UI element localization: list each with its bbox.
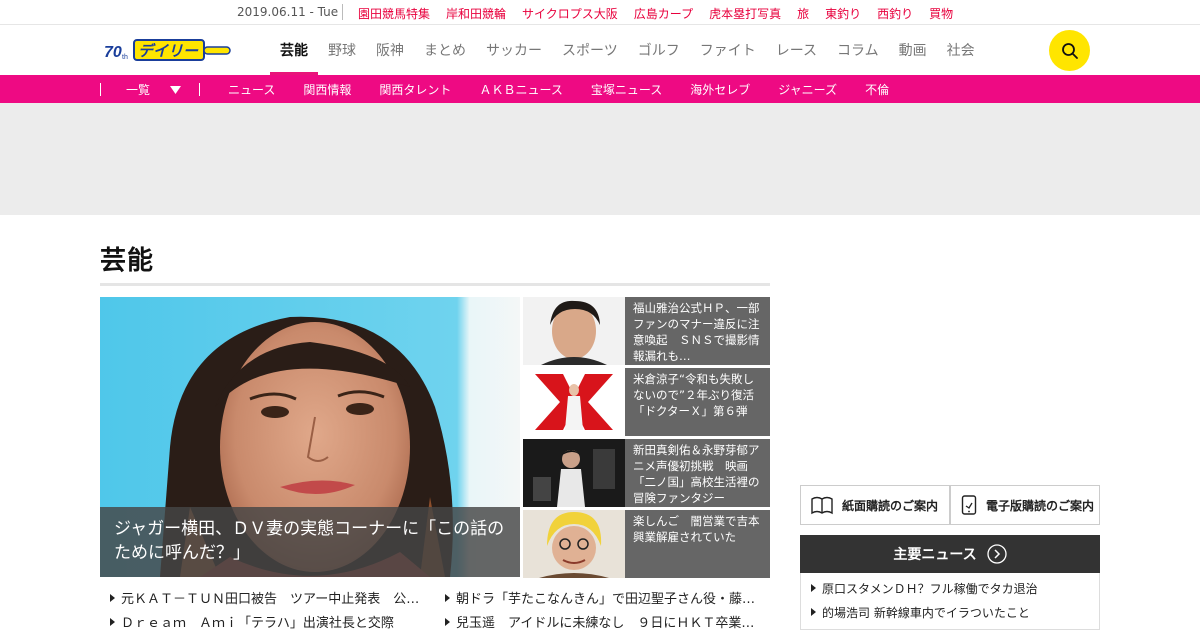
subnav-divider	[100, 83, 101, 96]
top-links: 園田競馬特集 岸和田競輪 サイクロプス大阪 広島カープ 虎本塁打写真 旅 東釣り…	[358, 5, 953, 22]
top-link[interactable]: 西釣り	[877, 5, 913, 22]
subnav-link[interactable]: 関西情報	[303, 81, 351, 98]
nav-item-soccer[interactable]: サッカー	[476, 25, 552, 75]
top-link[interactable]: 虎本塁打写真	[709, 5, 781, 22]
top-link[interactable]: 旅	[797, 5, 809, 22]
top-link[interactable]: 東釣り	[825, 5, 861, 22]
page-title: 芸能	[100, 246, 155, 276]
side-news-text: 福山雅治公式ＨＰ、一部ファンのマナー違反に注意喚起 ＳＮＳで撮影情報漏れも…	[625, 297, 770, 365]
feature-caption: ジャガー横田、ＤＶ妻の実態コーナーに「この話のために呼んだ？」	[100, 507, 520, 577]
top-link[interactable]: 園田競馬特集	[358, 5, 430, 22]
search-icon	[1061, 42, 1078, 59]
chevron-right-circle-icon	[987, 544, 1007, 564]
digital-subscription-button[interactable]: 電子版購読のご案内	[950, 485, 1100, 525]
side-news-text: 米倉涼子“令和も失敗しないので”２年ぶり復活「ドクターＸ」第６弾	[625, 368, 770, 436]
headline-link[interactable]: 朝ドラ「芋たこなんきん」で田辺聖子さん役・藤…	[445, 588, 755, 607]
book-icon	[811, 496, 833, 515]
subnav-link[interactable]: 関西タレント	[379, 81, 451, 98]
subnav-divider	[199, 83, 200, 96]
title-underline	[100, 283, 770, 286]
subnav-link[interactable]: 海外セレブ	[690, 81, 750, 98]
ad-banner-area	[0, 103, 1200, 215]
major-news-title: 主要ニュース	[893, 547, 977, 563]
nav-item-matome[interactable]: まとめ	[414, 25, 476, 75]
svg-text:デイリー: デイリー	[138, 42, 199, 60]
site-logo[interactable]: 70 th デイリー	[104, 37, 234, 63]
nav-item-hanshin[interactable]: 阪神	[366, 25, 414, 75]
subnav-links: ニュース 関西情報 関西タレント ＡＫＢニュース 宝塚ニュース 海外セレブ ジャ…	[228, 81, 889, 98]
svg-text:70: 70	[104, 44, 122, 61]
top-link[interactable]: 広島カープ	[634, 5, 693, 22]
top-link[interactable]: 買物	[929, 5, 953, 22]
major-news-item[interactable]: 的場浩司 新幹線車内でイラついたこと	[811, 604, 1030, 621]
subnav-link[interactable]: ジャニーズ	[778, 81, 837, 98]
triangle-down-icon	[170, 85, 182, 94]
all-dropdown[interactable]: 一覧	[126, 81, 182, 98]
headline-link[interactable]: 兒玉遥 アイドルに未練なし ９日にＨＫＴ卒業…	[445, 612, 754, 631]
major-news-item[interactable]: 原口スタメンＤＨ？フル稼働でタカ退治	[811, 580, 1038, 597]
nav-item-shakai[interactable]: 社会	[937, 25, 985, 75]
top-link[interactable]: サイクロプス大阪	[522, 5, 618, 22]
side-news-item[interactable]: 福山雅治公式ＨＰ、一部ファンのマナー違反に注意喚起 ＳＮＳで撮影情報漏れも…	[523, 297, 770, 365]
nav-item-golf[interactable]: ゴルフ	[628, 25, 690, 75]
date-divider	[342, 4, 343, 20]
side-news-item[interactable]: 新田真剣佑＆永野芽郁アニメ声優初挑戦 映画「二ノ国」高校生活裡の冒険ファンタジー	[523, 439, 770, 507]
nav-item-race[interactable]: レース	[766, 25, 827, 75]
nav-item-fight[interactable]: ファイト	[690, 25, 766, 75]
sub-nav: 一覧 ニュース 関西情報 関西タレント ＡＫＢニュース 宝塚ニュース 海外セレブ…	[0, 75, 1200, 103]
side-news-item[interactable]: 米倉涼子“令和も失敗しないので”２年ぶり復活「ドクターＸ」第６弾	[523, 368, 770, 436]
print-subscription-label: 紙面購読のご案内	[842, 498, 939, 513]
subnav-link[interactable]: 不倫	[865, 81, 889, 98]
top-link[interactable]: 岸和田競輪	[446, 5, 506, 22]
nav-item-sports[interactable]: スポーツ	[552, 25, 628, 75]
nav-item-geinou[interactable]: 芸能	[270, 25, 318, 75]
top-utility-bar: 2019.06.11 - Tue 園田競馬特集 岸和田競輪 サイクロプス大阪 広…	[0, 0, 1200, 25]
search-button[interactable]	[1049, 30, 1090, 71]
headline-link[interactable]: 元ＫＡＴ－ＴＵＮ田口被告 ツアー中止発表 公…	[110, 588, 419, 607]
side-news-text: 楽しんご 闇営業で吉本興業解雇されていた	[625, 510, 770, 578]
digital-subscription-label: 電子版購読のご案内	[986, 498, 1095, 513]
main-nav: 芸能 野球 阪神 まとめ サッカー スポーツ ゴルフ ファイト レース コラム …	[270, 25, 985, 75]
nav-item-yakyu[interactable]: 野球	[318, 25, 366, 75]
news-thumbnail	[523, 297, 625, 365]
nav-item-column[interactable]: コラム	[827, 25, 889, 75]
subnav-link[interactable]: 宝塚ニュース	[591, 81, 662, 98]
news-thumbnail	[523, 439, 625, 507]
major-news-list: 原口スタメンＤＨ？フル稼働でタカ退治 的場浩司 新幹線車内でイラついたこと	[800, 573, 1100, 630]
svg-text:th: th	[122, 54, 128, 61]
current-date: 2019.06.11 - Tue	[237, 5, 339, 19]
side-news-text: 新田真剣佑＆永野芽郁アニメ声優初挑戦 映画「二ノ国」高校生活裡の冒険ファンタジー	[625, 439, 770, 507]
subnav-link[interactable]: ＡＫＢニュース	[479, 81, 562, 98]
site-header: 70 th デイリー 芸能 野球 阪神 まとめ サッカー スポーツ ゴルフ ファ…	[0, 25, 1200, 75]
headline-link[interactable]: Ｄｒｅａｍ Ａｍｉ「テラハ」出演社長と交際	[110, 612, 394, 631]
side-news-item[interactable]: 楽しんご 闇営業で吉本興業解雇されていた	[523, 510, 770, 578]
major-news-header[interactable]: 主要ニュース	[800, 535, 1100, 573]
print-subscription-button[interactable]: 紙面購読のご案内	[800, 485, 950, 525]
feature-article[interactable]: ジャガー横田、ＤＶ妻の実態コーナーに「この話のために呼んだ？」	[100, 297, 520, 577]
all-label: 一覧	[126, 83, 151, 97]
news-thumbnail	[523, 510, 625, 578]
nav-item-douga[interactable]: 動画	[889, 25, 937, 75]
tablet-icon	[961, 495, 977, 515]
subnav-link[interactable]: ニュース	[228, 81, 275, 98]
news-thumbnail	[523, 368, 625, 436]
